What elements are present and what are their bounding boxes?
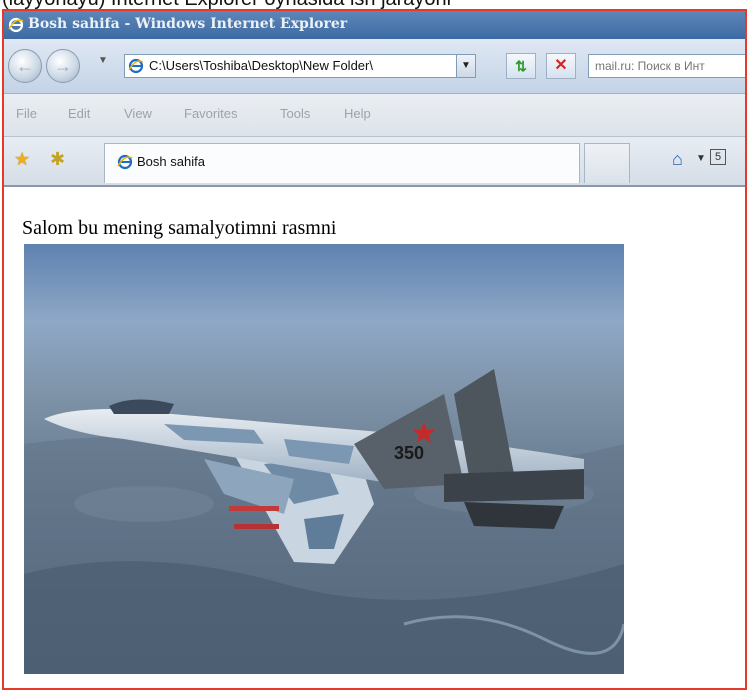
forward-button[interactable]: → <box>46 49 80 83</box>
search-input[interactable] <box>589 55 745 77</box>
tab-label: Bosh sahifa <box>137 154 205 169</box>
add-favorites-icon[interactable]: ✱ <box>50 149 65 169</box>
address-text[interactable]: C:\Users\Toshiba\Desktop\New Folder\ <box>149 58 373 73</box>
new-tab-button[interactable] <box>584 143 630 183</box>
menu-tools[interactable]: Tools <box>280 106 310 121</box>
back-button[interactable]: ← <box>8 49 42 83</box>
menu-file[interactable]: File <box>16 106 37 121</box>
menu-bar: File Edit View Favorites Tools Help <box>4 94 745 137</box>
stop-button[interactable]: ✕ <box>546 53 576 79</box>
navigation-bar: ← → ▼ C:\Users\Toshiba\Desktop\New Folde… <box>4 39 745 94</box>
jet-number: 350 <box>394 443 424 463</box>
menu-edit[interactable]: Edit <box>68 106 90 121</box>
favorites-bar: ★ ✱ Bosh sahifa ⌂ ▼ 5 <box>4 137 745 187</box>
forward-arrow-icon: → <box>54 55 72 76</box>
menu-favorites[interactable]: Favorites <box>184 106 237 121</box>
feeds-icon[interactable]: 5 <box>710 149 726 165</box>
search-box[interactable] <box>588 54 745 78</box>
page-content: Salom bu mening samalyotimni rasmni 350 <box>4 187 745 688</box>
browser-window: Bosh sahifa - Windows Internet Explorer … <box>2 9 747 690</box>
home-dropdown-icon[interactable]: ▼ <box>696 153 706 164</box>
tab-ie-icon <box>117 154 133 170</box>
address-bar[interactable]: C:\Users\Toshiba\Desktop\New Folder\ ▼ <box>124 54 476 78</box>
address-dropdown-icon[interactable]: ▼ <box>456 55 475 77</box>
back-arrow-icon: ← <box>16 55 34 76</box>
tab-bosh-sahifa[interactable]: Bosh sahifa <box>104 143 580 183</box>
menu-help[interactable]: Help <box>344 106 371 121</box>
menu-view[interactable]: View <box>124 106 152 121</box>
page-heading: Salom bu mening samalyotimni rasmni <box>22 217 337 239</box>
window-title: Bosh sahifa - Windows Internet Explorer <box>28 16 348 32</box>
page-ie-icon <box>128 58 144 74</box>
favorites-star-icon[interactable]: ★ <box>14 149 30 169</box>
title-bar: Bosh sahifa - Windows Internet Explorer <box>4 11 745 39</box>
ie-logo-icon <box>8 17 24 33</box>
refresh-button[interactable]: ⇅ <box>506 53 536 79</box>
home-icon[interactable]: ⌂ <box>672 149 683 170</box>
history-dropdown-icon[interactable]: ▼ <box>98 55 108 66</box>
fighter-jet-photo: 350 <box>24 244 624 674</box>
